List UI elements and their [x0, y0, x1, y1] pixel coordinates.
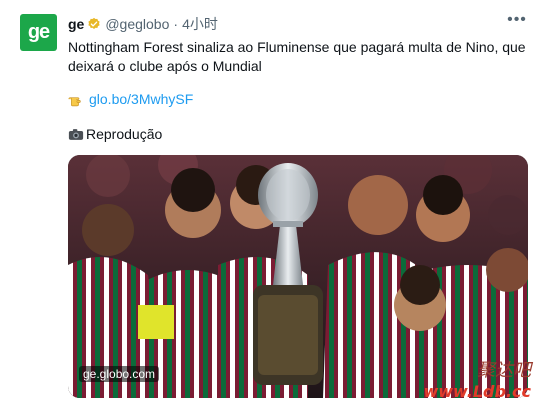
camera-icon [68, 128, 84, 140]
tweet-text: Nottingham Forest sinaliza ao Fluminense… [68, 39, 530, 74]
separator-dot: · [173, 16, 179, 32]
link-row: glo.bo/3MwhySF [68, 90, 193, 108]
more-options-icon[interactable]: ••• [507, 10, 527, 30]
account-handle[interactable]: @geglobo [105, 16, 169, 32]
tweet-link[interactable]: glo.bo/3MwhySF [89, 90, 193, 108]
watermark-chinese: 聚达吧 [477, 360, 531, 381]
credit-row: Reprodução [68, 125, 162, 143]
verified-badge-icon [88, 17, 100, 29]
tweet-header: ge @geglobo · 4小时 [68, 15, 218, 33]
media-domain-label[interactable]: ge.globo.com [79, 366, 160, 382]
account-avatar[interactable]: ge [20, 14, 57, 51]
site-watermark: 聚达吧 www.Ldb.cc [423, 356, 531, 401]
watermark-url: www.Ldb.cc [423, 382, 531, 401]
photo-credit: Reprodução [86, 126, 163, 142]
account-name[interactable]: ge [68, 16, 84, 32]
tweet-time[interactable]: 4小时 [182, 14, 218, 34]
avatar-logo-text: ge [27, 21, 50, 43]
pointing-hand-icon [68, 96, 81, 106]
